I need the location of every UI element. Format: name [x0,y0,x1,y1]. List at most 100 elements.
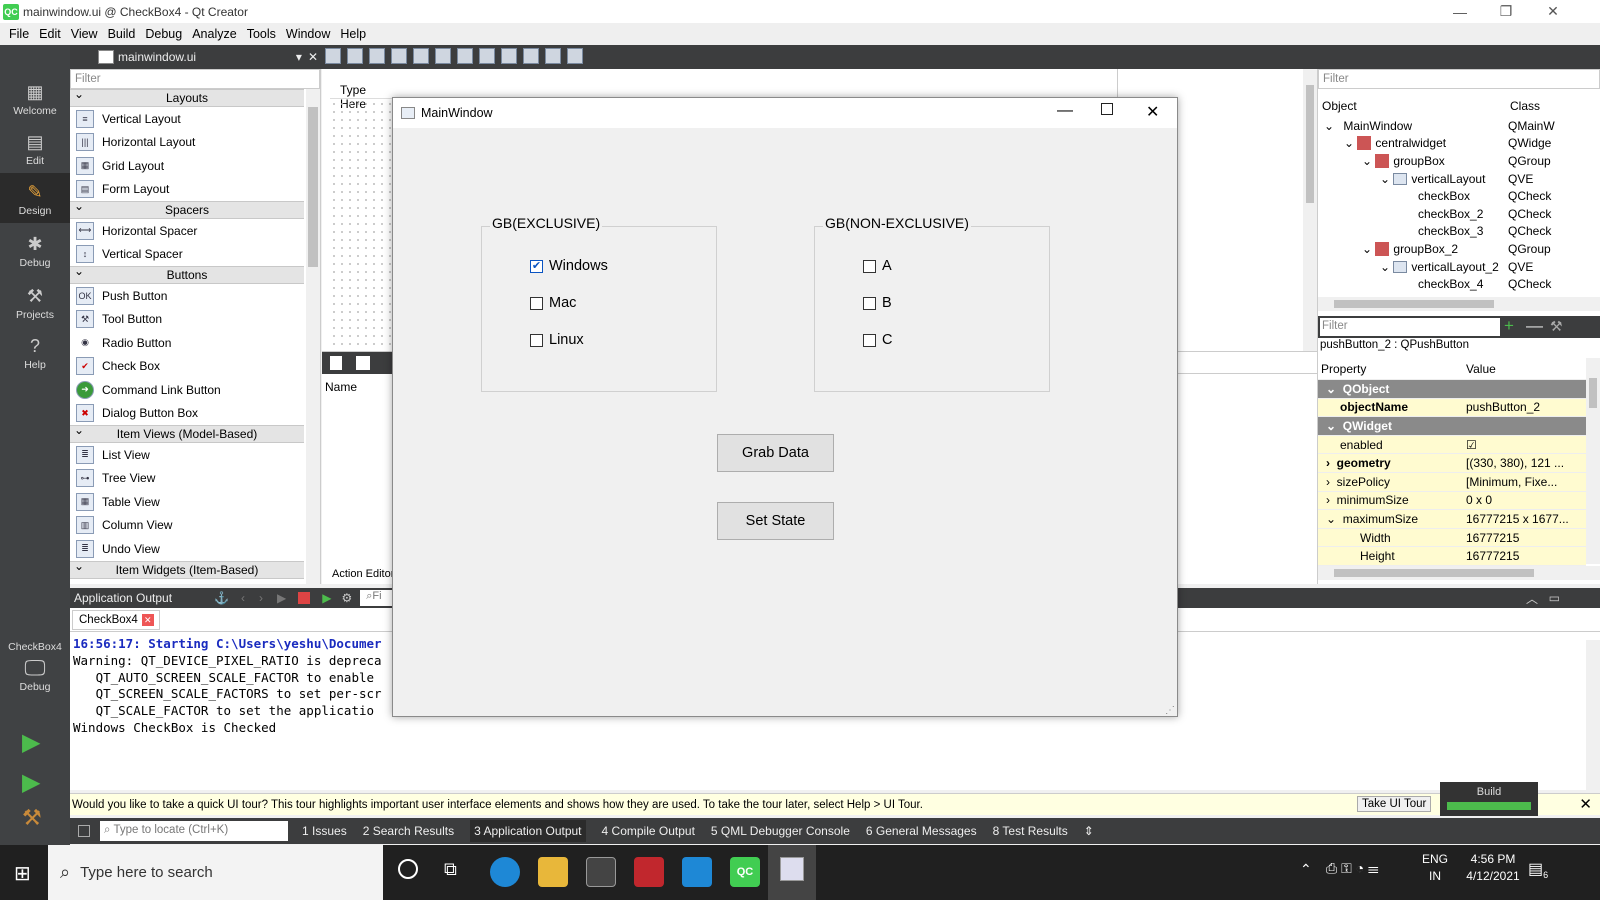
mail-icon[interactable] [682,857,712,887]
mode-help[interactable]: ? Help [0,327,70,377]
run-icon[interactable]: ▶ [22,728,40,757]
tree-row[interactable]: checkBox_3 QCheck [1318,223,1600,241]
break-layout-icon[interactable] [545,48,561,64]
edit-signals-icon[interactable] [347,48,363,64]
pane-test-results[interactable]: 8 Test Results [993,824,1068,838]
close-file-icon[interactable]: ✕ [308,50,318,64]
widget-grid-layout[interactable]: ▦ Grid Layout [70,154,304,178]
attach-icon[interactable]: ⚓ [214,591,229,605]
property-row[interactable]: enabled ☑ [1318,435,1586,455]
set-state-button[interactable]: Set State [717,502,834,540]
tray-icons[interactable]: ⎙ ⚿ ◔ ☰ [1326,860,1378,877]
file-selector[interactable]: mainwindow.ui ▾ ✕ [72,45,322,69]
dialog-maximize-button[interactable] [1101,103,1113,115]
pane-qml-debugger[interactable]: 5 QML Debugger Console [711,824,850,838]
stop-icon[interactable] [298,592,311,604]
output-scrollbar[interactable] [1586,640,1600,790]
edit-tab-order-icon[interactable] [391,48,407,64]
close-button[interactable]: ✕ [1530,0,1576,23]
tree-row[interactable]: checkBox QCheck [1318,187,1600,205]
widget-filter-input[interactable]: Filter [70,69,320,89]
property-row[interactable]: › minimumSize 0 x 0 [1318,491,1586,511]
menu-tools[interactable]: Tools [242,27,281,41]
clock[interactable]: 4:56 PM 4/12/2021 [1460,851,1526,885]
checkbox-b[interactable]: B [863,295,892,311]
taskbar-search[interactable]: ⌕ Type here to search [48,845,383,900]
edit-widgets-icon[interactable] [325,48,341,64]
tray-overflow-icon[interactable]: ⌃ [1300,861,1312,878]
menu-view[interactable]: View [66,27,103,41]
menu-window[interactable]: Window [281,27,335,41]
pane-compile-output[interactable]: 4 Compile Output [602,824,695,838]
action-editor-tab[interactable]: Action Editor [332,568,394,580]
widget-push-button[interactable]: OK Push Button [70,284,304,308]
property-row[interactable]: Height 16777215 [1318,547,1586,566]
widget-dialog-button-box[interactable]: ✖ Dialog Button Box [70,402,304,426]
widget-check-box[interactable]: ✔ Check Box [70,355,304,379]
tree-row[interactable]: checkBox_2 QCheck [1318,205,1600,223]
menu-edit[interactable]: Edit [34,27,66,41]
size-grip-icon[interactable]: ⋰ [1165,705,1175,716]
settings-icon[interactable]: ⚙ [341,591,352,605]
kit-selector[interactable]: CheckBox4 🖵 Debug [0,635,70,705]
task-view-icon[interactable]: ⧉ [444,859,457,880]
dropdown-icon[interactable]: ▾ [296,50,302,64]
add-icon[interactable]: + [1504,316,1514,336]
pane-application-output[interactable]: 3 Application Output [470,820,586,842]
canvas-scrollbar[interactable] [1303,69,1317,351]
category-spacers[interactable]: Spacers [70,198,304,219]
more-panes-icon[interactable]: ⇕ [1084,824,1094,838]
close-tab-icon[interactable]: ✕ [141,614,154,626]
output-tab[interactable]: CheckBox4 ✕ [72,610,160,630]
edge-icon[interactable] [490,857,520,887]
layout-horizontal-icon[interactable] [413,48,429,64]
mode-welcome[interactable]: ▦ Welcome [0,73,70,123]
layout-vertical-icon[interactable] [435,48,451,64]
active-app-tile[interactable] [768,845,816,900]
category-item-views[interactable]: Item Views (Model-Based) [70,422,304,443]
property-row[interactable]: › sizePolicy [Minimum, Fixe... [1318,472,1586,492]
tree-row[interactable]: checkBox_4 QCheck [1318,275,1600,293]
layout-splitter-v-icon[interactable] [479,48,495,64]
category-layouts[interactable]: Layouts [70,86,304,107]
menu-file[interactable]: File [4,27,34,41]
mode-edit[interactable]: ▤ Edit [0,123,70,173]
widget-horizontal-spacer[interactable]: ⟷ Horizontal Spacer [70,219,304,243]
tree-h-scrollbar[interactable] [1318,297,1600,311]
maximize-button[interactable]: ❐ [1483,0,1529,23]
tree-row[interactable]: ⌄ verticalLayout QVE [1318,170,1600,188]
category-buttons[interactable]: Buttons [70,263,304,284]
menu-analyze[interactable]: Analyze [187,27,241,41]
menu-help[interactable]: Help [335,27,371,41]
property-group-qwidget[interactable]: ⌄ QWidget [1318,417,1586,436]
property-filter-input[interactable]: Filter [1320,318,1500,336]
next-icon[interactable]: › [259,591,263,605]
property-row[interactable]: objectName pushButton_2 [1318,398,1586,418]
edit-buddies-icon[interactable] [369,48,385,64]
new-action-icon[interactable] [330,356,342,370]
store-icon[interactable] [586,857,616,887]
toggle-sidebar-icon[interactable] [78,825,90,837]
tree-row[interactable]: ⌄ verticalLayout_2 QVE [1318,258,1600,276]
enabled-checkbox[interactable]: ☑ [1466,438,1477,452]
close-pane-icon[interactable]: ▭ [1549,591,1560,605]
property-row[interactable]: Width 16777215 [1318,528,1586,548]
take-ui-tour-button[interactable]: Take UI Tour [1357,796,1432,812]
rerun-icon[interactable]: ▶ [277,591,286,605]
checkbox-a[interactable]: A [863,258,892,274]
tree-row[interactable]: ⌄ groupBox QGroup [1318,152,1600,170]
scrollbar-thumb[interactable] [308,107,318,267]
windows-start-icon[interactable]: ⊞ [14,861,31,886]
locator-input[interactable]: ⌕ Type to locate (Ctrl+K) [100,821,288,841]
tree-row[interactable]: ⌄ MainWindow QMainW [1318,117,1600,135]
mode-projects[interactable]: ⚒ Projects [0,277,70,327]
adjust-size-icon[interactable] [567,48,583,64]
menu-type-here[interactable]: Type Here [330,81,392,111]
layout-form-icon[interactable] [501,48,517,64]
maximize-pane-icon[interactable]: ︿ [1526,590,1538,607]
property-row[interactable]: › geometry [(330, 380), 121 ... [1318,454,1586,473]
widget-column-view[interactable]: ▥ Column View [70,514,304,538]
layout-splitter-h-icon[interactable] [457,48,473,64]
checkbox-c[interactable]: C [863,332,892,348]
output-filter-input[interactable]: ⌕Fi [360,590,395,606]
